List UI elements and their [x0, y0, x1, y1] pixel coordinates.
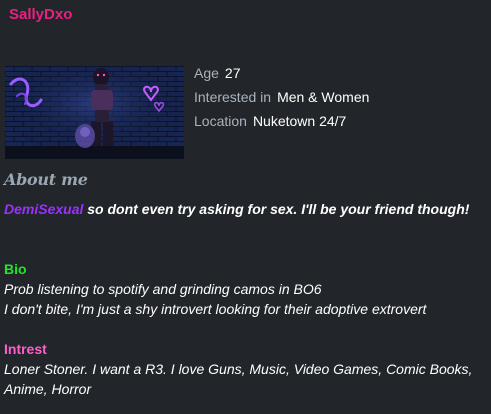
about-demisexual-text: DemiSexual so dont even try asking for s… [4, 199, 484, 219]
interest-label: Intrest [4, 341, 47, 357]
profile-photo-image [5, 66, 184, 159]
about-me-heading: About me [4, 170, 88, 189]
age-label: Age [194, 65, 219, 81]
interested-in-row: Interested in Men & Women [194, 89, 369, 105]
profile-photo[interactable] [5, 66, 184, 159]
demisexual-rest: so dont even try asking for sex. I'll be… [83, 201, 470, 217]
location-row: Location Nuketown 24/7 [194, 113, 346, 129]
interested-in-label: Interested in [194, 89, 272, 105]
bio-label: Bio [4, 261, 27, 277]
bio-text: Prob listening to spotify and grinding c… [4, 279, 484, 319]
age-value: 27 [224, 65, 241, 81]
interested-in-value: Men & Women [277, 89, 370, 105]
interest-text: Loner Stoner. I want a R3. I love Guns, … [4, 361, 473, 397]
age-row: Age 27 [194, 65, 241, 81]
profile-username[interactable]: SallyDxo [9, 6, 72, 23]
demisexual-tag: DemiSexual [4, 201, 84, 217]
location-value: Nuketown 24/7 [252, 113, 347, 129]
bio-line-1: Prob listening to spotify and grinding c… [4, 281, 322, 297]
location-label: Location [194, 113, 247, 129]
bio-line-2: I don't bite, I'm just a shy introvert l… [4, 301, 427, 317]
